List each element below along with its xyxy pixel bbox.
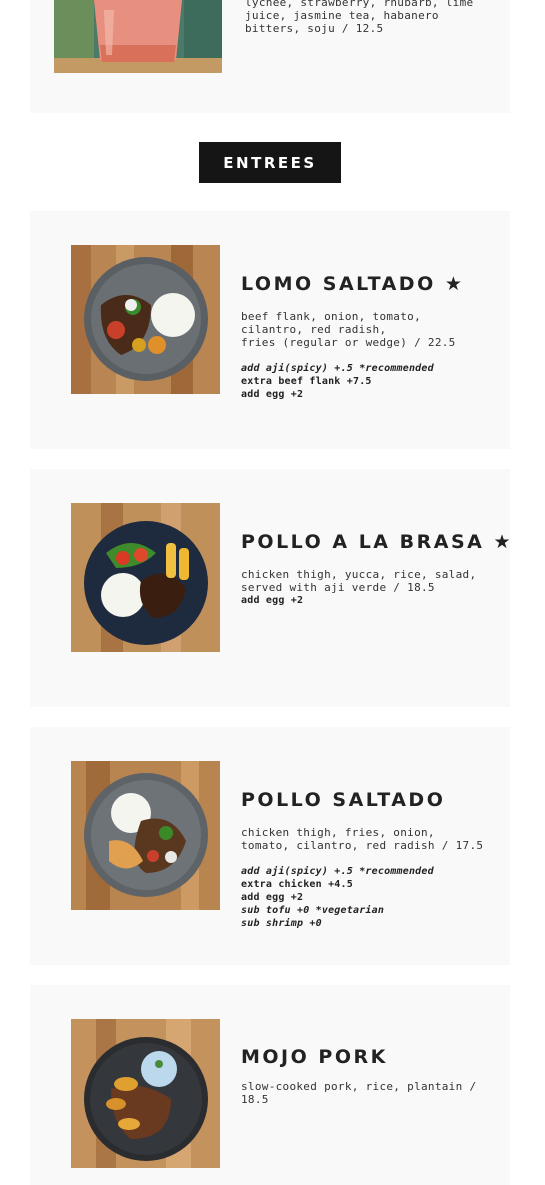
- drink-desc-line: bitters, soju / 12.5: [245, 22, 384, 35]
- entree-extras: add egg +2: [241, 594, 489, 607]
- entree-name: POLLO A LA BRASA ★: [241, 531, 513, 553]
- entree-extra: sub tofu +0 *vegetarian: [241, 905, 385, 916]
- entree-name: LOMO SALTADO ★: [241, 273, 465, 295]
- entree-extra: add egg +2: [241, 389, 304, 400]
- entree-photo: [71, 761, 220, 910]
- entree-extra: add egg +2: [241, 595, 304, 606]
- entree-card: POLLO A LA BRASA ★ chicken thigh, yucca,…: [30, 469, 510, 707]
- drink-desc-line: juice, jasmine tea, habanero: [245, 9, 439, 22]
- entree-desc-line: beef flank, onion, tomato,: [241, 310, 421, 323]
- entree-extra: sub shrimp +0: [241, 918, 322, 929]
- entree-desc-line: slow-cooked pork, rice, plantain /: [241, 1080, 477, 1093]
- entree-photo: [71, 503, 220, 652]
- drink-info: lychee, strawberry, rhubarb, lime juice,…: [245, 0, 495, 35]
- drink-desc-line: lychee, strawberry, rhubarb, lime: [245, 0, 474, 9]
- entree-desc-line: 18.5: [241, 1093, 269, 1106]
- entree-extra: add egg +2: [241, 892, 304, 903]
- entree-extra: extra beef flank +7.5: [241, 376, 372, 387]
- entree-extra: add aji(spicy) +.5 *recommended: [241, 363, 434, 374]
- entree-name: POLLO SALTADO: [241, 789, 446, 811]
- entree-card: MOJO PORK slow-cooked pork, rice, planta…: [30, 985, 510, 1185]
- entree-desc-line: fries (regular or wedge) / 22.5: [241, 336, 456, 349]
- entree-info: POLLO SALTADO chicken thigh, fries, onio…: [241, 789, 489, 930]
- entree-card: POLLO SALTADO chicken thigh, fries, onio…: [30, 727, 510, 965]
- entree-extra: extra chicken +4.5: [241, 879, 353, 890]
- entree-card: LOMO SALTADO ★ beef flank, onion, tomato…: [30, 211, 510, 449]
- entree-info: MOJO PORK slow-cooked pork, rice, planta…: [241, 1046, 489, 1106]
- entree-photo: [71, 245, 220, 394]
- entree-photo: [71, 1019, 220, 1168]
- entree-desc-line: tomato, cilantro, red radish / 17.5: [241, 839, 484, 852]
- entree-desc-line: chicken thigh, yucca, rice, salad,: [241, 568, 477, 581]
- entree-name: MOJO PORK: [241, 1046, 388, 1068]
- drink-photo: [54, 0, 222, 73]
- drink-card: lychee, strawberry, rhubarb, lime juice,…: [30, 0, 510, 113]
- entree-extras: add aji(spicy) +.5 *recommended extra be…: [241, 362, 489, 401]
- entrees-section-button[interactable]: ENTREES: [199, 142, 341, 183]
- entree-desc-line: cilantro, red radish,: [241, 323, 387, 336]
- entree-desc-line: served with aji verde / 18.5: [241, 581, 435, 594]
- entree-extras: add aji(spicy) +.5 *recommended extra ch…: [241, 865, 489, 930]
- entree-desc-line: chicken thigh, fries, onion,: [241, 826, 435, 839]
- entree-info: POLLO A LA BRASA ★ chicken thigh, yucca,…: [241, 531, 513, 607]
- entree-extra: add aji(spicy) +.5 *recommended: [241, 866, 434, 877]
- entree-info: LOMO SALTADO ★ beef flank, onion, tomato…: [241, 273, 489, 401]
